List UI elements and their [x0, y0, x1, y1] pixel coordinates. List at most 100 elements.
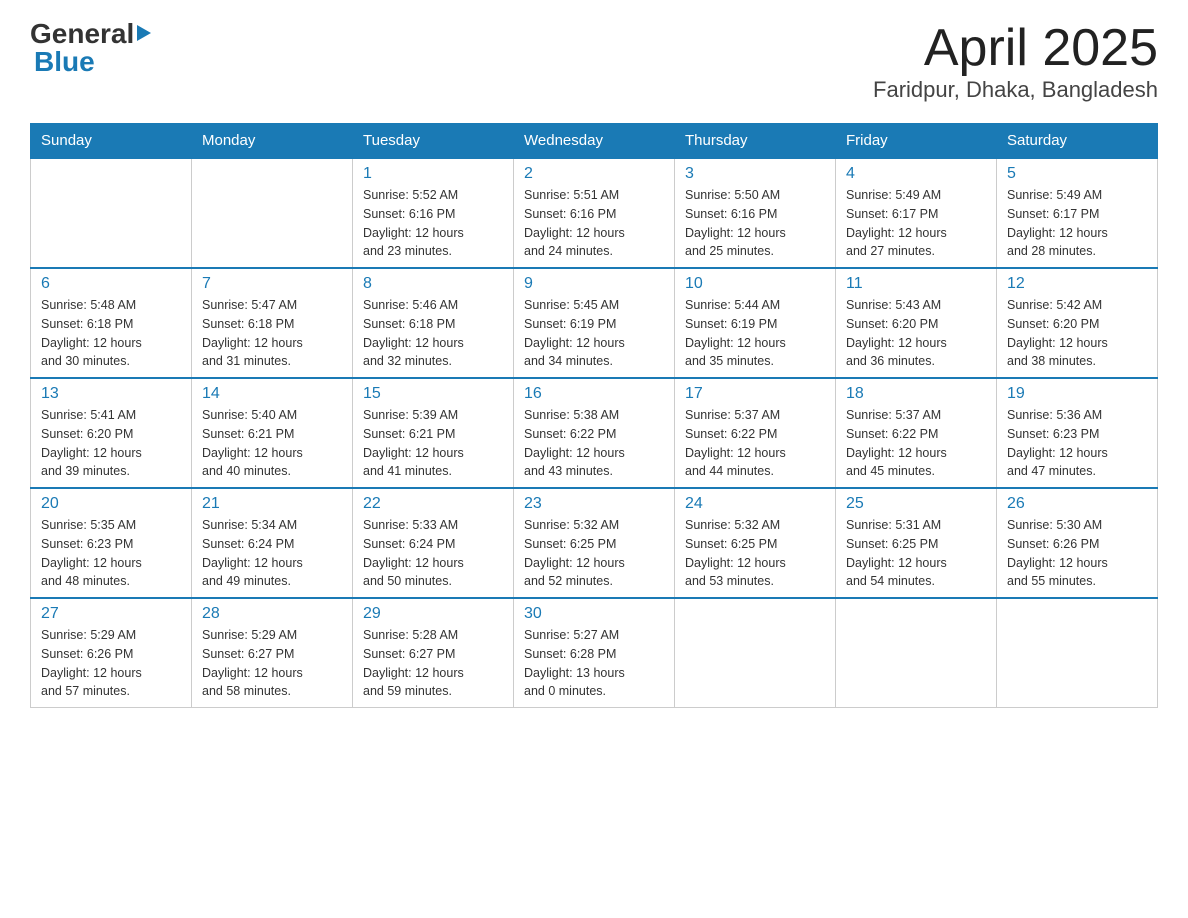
- day-number: 13: [41, 385, 181, 403]
- day-info: Sunrise: 5:43 AM Sunset: 6:20 PM Dayligh…: [846, 296, 986, 371]
- calendar-cell: 24Sunrise: 5:32 AM Sunset: 6:25 PM Dayli…: [675, 488, 836, 598]
- day-number: 7: [202, 275, 342, 293]
- day-info: Sunrise: 5:46 AM Sunset: 6:18 PM Dayligh…: [363, 296, 503, 371]
- col-tuesday: Tuesday: [353, 124, 514, 159]
- calendar-cell: 25Sunrise: 5:31 AM Sunset: 6:25 PM Dayli…: [836, 488, 997, 598]
- day-info: Sunrise: 5:51 AM Sunset: 6:16 PM Dayligh…: [524, 186, 664, 261]
- logo-blue-text: Blue: [34, 48, 95, 76]
- day-number: 29: [363, 605, 503, 623]
- day-number: 21: [202, 495, 342, 513]
- col-wednesday: Wednesday: [514, 124, 675, 159]
- calendar-cell: 22 Sunrise: 5:33 AM Sunset: 6:24 PM Dayli…: [353, 488, 514, 598]
- day-info: Sunrise: 5:40 AM Sunset: 6:21 PM Dayligh…: [202, 406, 342, 481]
- day-number: 10: [685, 275, 825, 293]
- day-info: Sunrise: 5:47 AM Sunset: 6:18 PM Dayligh…: [202, 296, 342, 371]
- calendar-cell: 5 Sunrise: 5:49 AM Sunset: 6:17 PM Daylig…: [997, 158, 1158, 268]
- calendar-cell: 27Sunrise: 5:29 AM Sunset: 6:26 PM Dayli…: [31, 598, 192, 708]
- day-info: Sunrise: 5:44 AM Sunset: 6:19 PM Dayligh…: [685, 296, 825, 371]
- day-number: 26: [1007, 495, 1147, 513]
- day-number: 28: [202, 605, 342, 623]
- calendar-cell: [192, 158, 353, 268]
- calendar-cell: 14 Sunrise: 5:40 AM Sunset: 6:21 PM Dayli…: [192, 378, 353, 488]
- calendar-cell: 23 Sunrise: 5:32 AM Sunset: 6:25 PM Dayli…: [514, 488, 675, 598]
- day-number: 1: [363, 165, 503, 183]
- day-number: 11: [846, 275, 986, 293]
- day-info: Sunrise: 5:29 AM Sunset: 6:27 PM Dayligh…: [202, 626, 342, 701]
- calendar-cell: 18 Sunrise: 5:37 AM Sunset: 6:22 PM Dayli…: [836, 378, 997, 488]
- day-number: 18: [846, 385, 986, 403]
- calendar-cell: [675, 598, 836, 708]
- calendar-cell: 10 Sunrise: 5:44 AM Sunset: 6:19 PM Dayli…: [675, 268, 836, 378]
- day-number: 6: [41, 275, 181, 293]
- day-info: Sunrise: 5:31 AM Sunset: 6:25 PM Dayligh…: [846, 516, 986, 591]
- day-info: Sunrise: 5:36 AM Sunset: 6:23 PM Dayligh…: [1007, 406, 1147, 481]
- calendar-cell: 11 Sunrise: 5:43 AM Sunset: 6:20 PM Dayli…: [836, 268, 997, 378]
- day-number: 4: [846, 165, 986, 183]
- day-number: 12: [1007, 275, 1147, 293]
- calendar-cell: 3Sunrise: 5:50 AM Sunset: 6:16 PM Daylig…: [675, 158, 836, 268]
- calendar-cell: 6 Sunrise: 5:48 AM Sunset: 6:18 PM Daylig…: [31, 268, 192, 378]
- day-info: Sunrise: 5:33 AM Sunset: 6:24 PM Dayligh…: [363, 516, 503, 591]
- day-info: Sunrise: 5:27 AM Sunset: 6:28 PM Dayligh…: [524, 626, 664, 701]
- day-number: 27: [41, 605, 181, 623]
- day-number: 20: [41, 495, 181, 513]
- day-info: Sunrise: 5:34 AM Sunset: 6:24 PM Dayligh…: [202, 516, 342, 591]
- page-subtitle: Faridpur, Dhaka, Bangladesh: [873, 77, 1158, 103]
- logo-general-text: General: [30, 20, 134, 48]
- calendar-cell: [997, 598, 1158, 708]
- calendar-cell: 16 Sunrise: 5:38 AM Sunset: 6:22 PM Dayli…: [514, 378, 675, 488]
- day-number: 23: [524, 495, 664, 513]
- calendar-week-row: 1 Sunrise: 5:52 AM Sunset: 6:16 PM Daylig…: [31, 158, 1158, 268]
- day-info: Sunrise: 5:32 AM Sunset: 6:25 PM Dayligh…: [685, 516, 825, 591]
- calendar-cell: 9 Sunrise: 5:45 AM Sunset: 6:19 PM Daylig…: [514, 268, 675, 378]
- calendar-cell: 21 Sunrise: 5:34 AM Sunset: 6:24 PM Dayli…: [192, 488, 353, 598]
- calendar-cell: 20 Sunrise: 5:35 AM Sunset: 6:23 PM Dayli…: [31, 488, 192, 598]
- calendar-cell: 29 Sunrise: 5:28 AM Sunset: 6:27 PM Dayli…: [353, 598, 514, 708]
- calendar-cell: 26 Sunrise: 5:30 AM Sunset: 6:26 PM Dayli…: [997, 488, 1158, 598]
- day-info: Sunrise: 5:50 AM Sunset: 6:16 PM Dayligh…: [685, 186, 825, 261]
- calendar-week-row: 27Sunrise: 5:29 AM Sunset: 6:26 PM Dayli…: [31, 598, 1158, 708]
- calendar-cell: 7 Sunrise: 5:47 AM Sunset: 6:18 PM Daylig…: [192, 268, 353, 378]
- day-info: Sunrise: 5:32 AM Sunset: 6:25 PM Dayligh…: [524, 516, 664, 591]
- calendar-cell: 1 Sunrise: 5:52 AM Sunset: 6:16 PM Daylig…: [353, 158, 514, 268]
- day-info: Sunrise: 5:52 AM Sunset: 6:16 PM Dayligh…: [363, 186, 503, 261]
- col-thursday: Thursday: [675, 124, 836, 159]
- calendar-cell: 4Sunrise: 5:49 AM Sunset: 6:17 PM Daylig…: [836, 158, 997, 268]
- day-info: Sunrise: 5:48 AM Sunset: 6:18 PM Dayligh…: [41, 296, 181, 371]
- page-title: April 2025: [873, 20, 1158, 77]
- calendar-cell: 15 Sunrise: 5:39 AM Sunset: 6:21 PM Dayli…: [353, 378, 514, 488]
- calendar-cell: 28 Sunrise: 5:29 AM Sunset: 6:27 PM Dayli…: [192, 598, 353, 708]
- day-number: 15: [363, 385, 503, 403]
- day-number: 16: [524, 385, 664, 403]
- day-info: Sunrise: 5:28 AM Sunset: 6:27 PM Dayligh…: [363, 626, 503, 701]
- day-number: 9: [524, 275, 664, 293]
- col-sunday: Sunday: [31, 124, 192, 159]
- day-number: 22: [363, 495, 503, 513]
- calendar-cell: 2 Sunrise: 5:51 AM Sunset: 6:16 PM Daylig…: [514, 158, 675, 268]
- day-info: Sunrise: 5:30 AM Sunset: 6:26 PM Dayligh…: [1007, 516, 1147, 591]
- day-info: Sunrise: 5:37 AM Sunset: 6:22 PM Dayligh…: [846, 406, 986, 481]
- calendar-cell: 13 Sunrise: 5:41 AM Sunset: 6:20 PM Dayli…: [31, 378, 192, 488]
- day-info: Sunrise: 5:39 AM Sunset: 6:21 PM Dayligh…: [363, 406, 503, 481]
- logo-arrow-icon: [137, 23, 157, 43]
- day-info: Sunrise: 5:45 AM Sunset: 6:19 PM Dayligh…: [524, 296, 664, 371]
- calendar-week-row: 13 Sunrise: 5:41 AM Sunset: 6:20 PM Dayli…: [31, 378, 1158, 488]
- day-info: Sunrise: 5:38 AM Sunset: 6:22 PM Dayligh…: [524, 406, 664, 481]
- title-block: April 2025 Faridpur, Dhaka, Bangladesh: [873, 20, 1158, 103]
- col-friday: Friday: [836, 124, 997, 159]
- calendar-table: Sunday Monday Tuesday Wednesday Thursday…: [30, 123, 1158, 708]
- day-number: 8: [363, 275, 503, 293]
- day-info: Sunrise: 5:37 AM Sunset: 6:22 PM Dayligh…: [685, 406, 825, 481]
- col-saturday: Saturday: [997, 124, 1158, 159]
- day-number: 17: [685, 385, 825, 403]
- day-info: Sunrise: 5:35 AM Sunset: 6:23 PM Dayligh…: [41, 516, 181, 591]
- col-monday: Monday: [192, 124, 353, 159]
- calendar-cell: [31, 158, 192, 268]
- day-info: Sunrise: 5:49 AM Sunset: 6:17 PM Dayligh…: [1007, 186, 1147, 261]
- day-number: 2: [524, 165, 664, 183]
- day-number: 14: [202, 385, 342, 403]
- day-number: 5: [1007, 165, 1147, 183]
- calendar-cell: 8 Sunrise: 5:46 AM Sunset: 6:18 PM Daylig…: [353, 268, 514, 378]
- calendar-cell: [836, 598, 997, 708]
- day-info: Sunrise: 5:41 AM Sunset: 6:20 PM Dayligh…: [41, 406, 181, 481]
